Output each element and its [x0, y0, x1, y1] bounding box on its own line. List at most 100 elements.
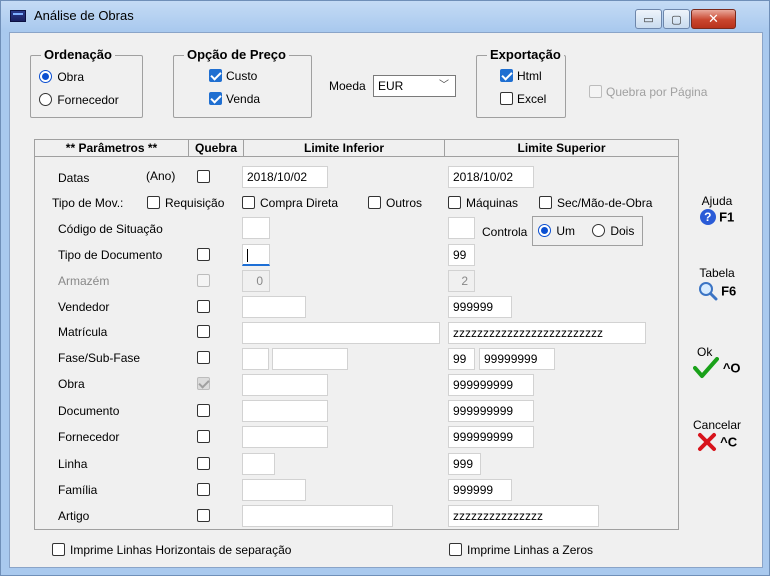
vendedor-inferior-input[interactable]	[242, 296, 306, 318]
obra-quebra-checkbox[interactable]	[197, 377, 210, 390]
familia-quebra-checkbox[interactable]	[197, 483, 210, 496]
client-area: Ordenação Obra Fornecedor Opção de Preço…	[9, 32, 763, 568]
tipo-documento-superior-input[interactable]: 99	[448, 244, 475, 266]
documento-superior-input[interactable]: 999999999	[448, 400, 534, 422]
matricula-inferior-input[interactable]	[242, 322, 440, 344]
minimize-button[interactable]: ▭	[635, 9, 662, 29]
titlebar[interactable]: Análise de Obras ▭ ▢ ✕	[1, 1, 769, 31]
vendedor-superior-input[interactable]: 999999	[448, 296, 512, 318]
datas-superior-input[interactable]: 2018/10/02	[448, 166, 534, 188]
armazem-quebra-checkbox[interactable]	[197, 274, 210, 287]
linha-superior-input[interactable]: 999	[448, 453, 481, 475]
documento-label: Documento	[58, 404, 120, 418]
tabela-key: F6	[721, 283, 737, 299]
codigo-situacao-inferior-input[interactable]	[242, 217, 270, 239]
header-parametros: ** Parâmetros **	[34, 139, 189, 157]
ok-button[interactable]: Ok ^O	[687, 345, 747, 379]
linha-label: Linha	[58, 457, 88, 471]
ordenacao-group: Ordenação Obra Fornecedor	[30, 47, 143, 118]
quebra-pagina-checkbox[interactable]	[589, 85, 602, 98]
documento-inferior-input[interactable]	[242, 400, 328, 422]
custo-checkbox[interactable]	[209, 69, 222, 82]
obra-inferior-input[interactable]	[242, 374, 328, 396]
matricula-superior-input[interactable]: zzzzzzzzzzzzzzzzzzzzzzzzz	[448, 322, 646, 344]
exportacao-group: Exportação Html Excel	[476, 47, 566, 118]
minimize-icon: ▭	[643, 13, 654, 26]
tipo-mov-label: Tipo de Mov.:	[52, 196, 124, 210]
matricula-label: Matrícula	[58, 325, 108, 339]
maquinas-checkbox[interactable]	[448, 196, 461, 209]
moeda-select[interactable]: EUR ﹀	[373, 75, 456, 97]
quebra-pagina-label: Quebra por Página	[606, 85, 708, 99]
ajuda-key: F1	[719, 209, 735, 225]
fornecedor-quebra-checkbox[interactable]	[197, 430, 210, 443]
radio-um-label: Um	[556, 223, 576, 238]
cancel-x-icon	[697, 433, 716, 451]
custo-label: Custo	[226, 69, 258, 83]
radio-um[interactable]: Um	[538, 223, 575, 238]
subfase-superior-input[interactable]: 99999999	[479, 348, 555, 370]
maximize-button[interactable]: ▢	[663, 9, 690, 29]
fornecedor-inferior-input[interactable]	[242, 426, 328, 448]
fornecedor-superior-input[interactable]: 999999999	[448, 426, 534, 448]
ordenacao-title: Ordenação	[41, 47, 115, 62]
ajuda-button[interactable]: Ajuda ? F1	[687, 194, 747, 225]
armazem-inferior-input[interactable]: 0	[242, 270, 270, 292]
linhas-zeros-checkbox[interactable]	[449, 543, 462, 556]
controla-label: Controla	[482, 225, 528, 239]
moeda-label: Moeda	[329, 79, 366, 93]
tabela-label: Tabela	[699, 266, 735, 280]
radio-fornecedor-dot	[39, 93, 52, 107]
armazem-superior-input[interactable]: 2	[448, 270, 475, 292]
obra-label: Obra	[58, 377, 85, 391]
documento-quebra-checkbox[interactable]	[197, 404, 210, 417]
sec-mao-obra-checkbox[interactable]	[539, 196, 552, 209]
close-button[interactable]: ✕	[691, 9, 736, 29]
artigo-label: Artigo	[58, 509, 90, 523]
compra-direta-checkbox[interactable]	[242, 196, 255, 209]
compra-direta-label: Compra Direta	[260, 196, 339, 210]
tipo-documento-quebra-checkbox[interactable]	[197, 248, 210, 261]
tabela-button[interactable]: Tabela F6	[687, 266, 747, 301]
familia-superior-input[interactable]: 999999	[448, 479, 512, 501]
codigo-situacao-superior-input[interactable]	[448, 217, 475, 239]
artigo-superior-input[interactable]: zzzzzzzzzzzzzzz	[448, 505, 599, 527]
fase-label: Fase/Sub-Fase	[58, 351, 141, 365]
html-checkbox[interactable]	[500, 69, 513, 82]
obra-superior-input[interactable]: 999999999	[448, 374, 534, 396]
excel-checkbox[interactable]	[500, 92, 513, 105]
artigo-quebra-checkbox[interactable]	[197, 509, 210, 522]
subfase-inferior-input[interactable]	[272, 348, 348, 370]
datas-inferior-input[interactable]: 2018/10/02	[242, 166, 328, 188]
familia-inferior-input[interactable]	[242, 479, 306, 501]
radio-fornecedor[interactable]: Fornecedor	[39, 92, 119, 107]
radio-obra[interactable]: Obra	[39, 69, 84, 84]
radio-um-dot	[538, 224, 551, 238]
cancelar-label: Cancelar	[692, 418, 742, 432]
outros-checkbox[interactable]	[368, 196, 381, 209]
datas-label: Datas	[58, 171, 90, 185]
radio-fornecedor-label: Fornecedor	[57, 92, 119, 107]
cancelar-button[interactable]: Cancelar ^C	[684, 418, 750, 452]
radio-dois[interactable]: Dois	[592, 223, 634, 238]
datas-quebra-checkbox[interactable]	[197, 170, 210, 183]
fase-inferior-input[interactable]	[242, 348, 269, 370]
chevron-down-icon: ﹀	[439, 80, 449, 91]
fase-quebra-checkbox[interactable]	[197, 351, 210, 364]
ok-key: ^O	[722, 360, 741, 376]
check-icon	[693, 357, 720, 378]
maquinas-label: Máquinas	[466, 196, 519, 210]
venda-checkbox[interactable]	[209, 92, 222, 105]
linha-quebra-checkbox[interactable]	[197, 457, 210, 470]
radio-obra-label: Obra	[57, 69, 85, 84]
vendedor-quebra-checkbox[interactable]	[197, 300, 210, 313]
artigo-inferior-input[interactable]	[242, 505, 393, 527]
matricula-quebra-checkbox[interactable]	[197, 325, 210, 338]
linhas-horizontais-checkbox[interactable]	[52, 543, 65, 556]
fase-superior-input[interactable]: 99	[448, 348, 475, 370]
tipo-documento-inferior-input[interactable]	[242, 244, 270, 266]
linha-inferior-input[interactable]	[242, 453, 275, 475]
outros-label: Outros	[386, 196, 423, 210]
requisicao-checkbox[interactable]	[147, 196, 160, 209]
exportacao-title: Exportação	[487, 47, 564, 62]
